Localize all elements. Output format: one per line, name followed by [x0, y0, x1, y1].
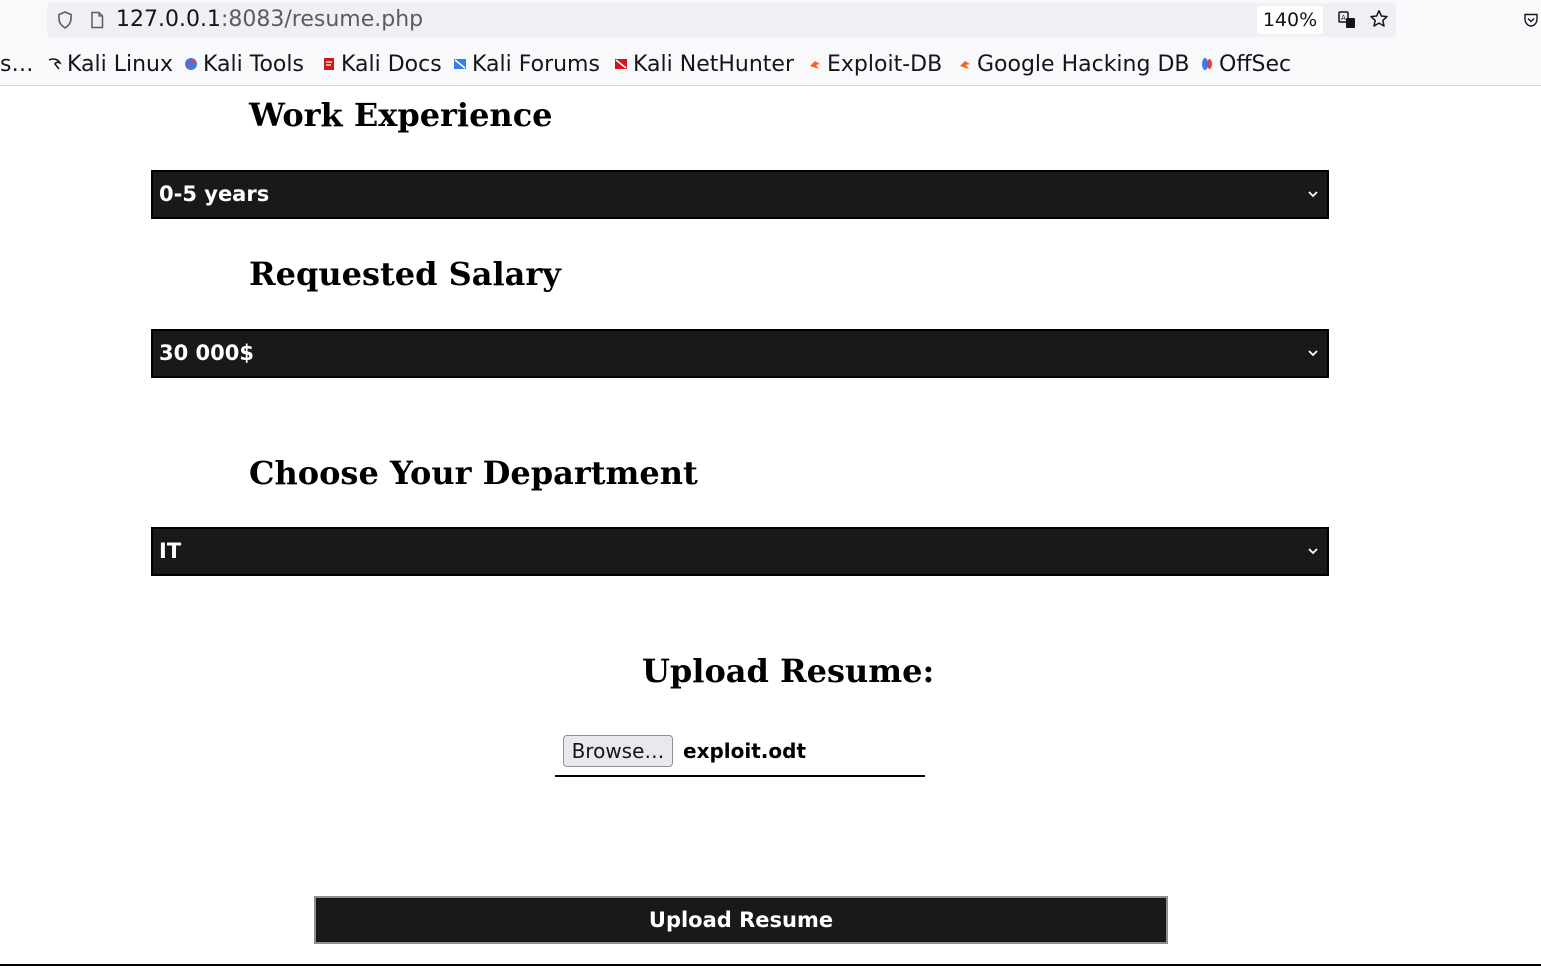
url-host: 127.0.0.1: [116, 7, 221, 32]
offsec-icon: [1202, 58, 1212, 70]
department-heading: Choose Your Department: [249, 454, 698, 492]
bookmarks-toolbar: s… Kali Linux Kali Tools Kali Docs Kali …: [0, 42, 1541, 86]
kali-dragon-icon: [48, 58, 62, 70]
bookmark-item-offsec[interactable]: OffSec: [1200, 50, 1291, 78]
svg-text:A: A: [1341, 14, 1346, 22]
bookmark-item-kali-docs[interactable]: Kali Docs: [322, 50, 442, 78]
translate-icon[interactable]: A: [1338, 10, 1356, 30]
url-text[interactable]: 127.0.0.1:8083/resume.php: [116, 6, 423, 34]
work-experience-heading: Work Experience: [249, 96, 553, 134]
bookmark-label: Exploit-DB: [827, 51, 943, 77]
requested-salary-select[interactable]: 30 000$: [151, 329, 1329, 378]
work-experience-value: 0-5 years: [159, 182, 270, 206]
bookmark-label: Kali Tools: [203, 51, 304, 77]
bookmark-label: Kali Forums: [472, 51, 600, 77]
tracking-protection-shield-icon[interactable]: [57, 11, 73, 29]
exploit-db-icon: [810, 61, 820, 69]
upload-resume-button[interactable]: Upload Resume: [314, 896, 1168, 944]
selected-file-name: exploit.odt: [683, 739, 807, 763]
kali-docs-icon: [324, 58, 334, 70]
requested-salary-value: 30 000$: [159, 341, 254, 365]
pocket-icon[interactable]: [1523, 12, 1539, 28]
bookmark-item-kali-tools[interactable]: Kali Tools: [184, 50, 304, 78]
footer-divider: [0, 964, 1541, 966]
url-path: :8083/resume.php: [220, 7, 424, 32]
ghdb-icon: [960, 61, 970, 69]
upload-resume-heading: Upload Resume:: [642, 652, 935, 690]
browse-button[interactable]: Browse…: [563, 735, 673, 767]
bookmark-label: Kali Docs: [341, 51, 442, 77]
chevron-down-icon: [1308, 191, 1318, 198]
work-experience-select[interactable]: 0-5 years: [151, 170, 1329, 219]
bookmark-label: Kali NetHunter: [633, 51, 794, 77]
department-select[interactable]: IT: [151, 527, 1329, 576]
bookmark-label: OffSec: [1219, 51, 1292, 77]
kali-forums-icon: [454, 59, 466, 69]
bookmark-item-kali-nethunter[interactable]: Kali NetHunter: [614, 50, 794, 78]
kali-nethunter-icon: [615, 59, 627, 69]
department-value: IT: [159, 539, 182, 563]
bookmark-item-exploit-db[interactable]: Exploit-DB: [808, 50, 942, 78]
bookmark-label: Google Hacking DB: [977, 51, 1190, 77]
bookmark-item-kali-linux[interactable]: Kali Linux: [48, 50, 173, 78]
bookmark-item-kali-forums[interactable]: Kali Forums: [453, 50, 600, 78]
bookmark-item-overflow[interactable]: s…: [0, 50, 33, 78]
chevron-down-icon: [1308, 350, 1318, 357]
chevron-down-icon: [1308, 548, 1318, 555]
browser-toolbar: 127.0.0.1:8083/resume.php 140% A: [0, 0, 1541, 42]
bookmark-label: s…: [0, 51, 34, 77]
resume-file-input[interactable]: Browse… exploit.odt: [555, 733, 925, 777]
bookmark-label: Kali Linux: [67, 51, 174, 77]
bookmark-star-icon[interactable]: [1369, 9, 1389, 29]
bookmark-item-google-hacking-db[interactable]: Google Hacking DB: [958, 50, 1189, 78]
requested-salary-heading: Requested Salary: [249, 255, 561, 293]
zoom-level-badge[interactable]: 140%: [1257, 6, 1323, 34]
kali-tools-icon: [185, 58, 197, 70]
page-info-icon[interactable]: [90, 11, 104, 29]
